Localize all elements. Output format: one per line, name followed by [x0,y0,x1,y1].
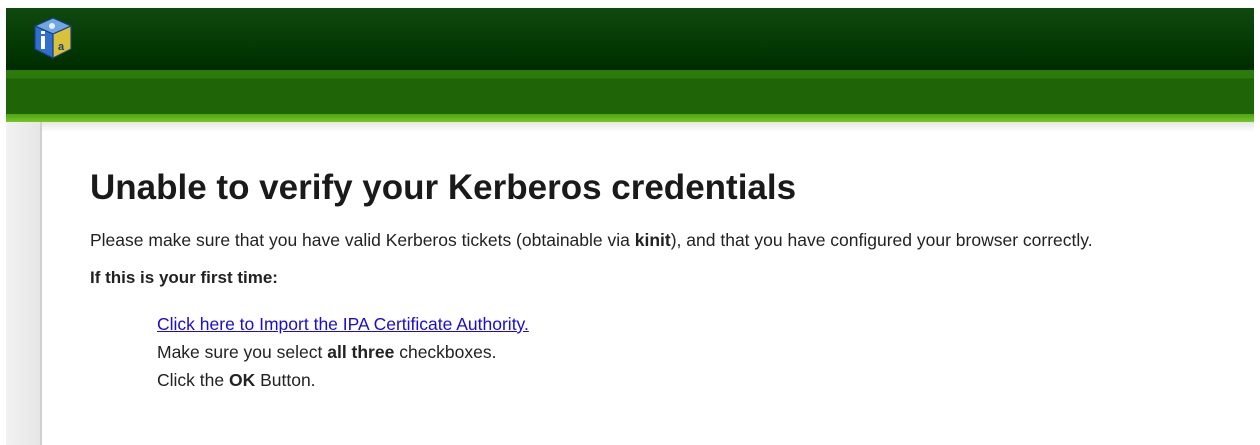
navigation-bar-highlight [6,114,1254,122]
setup-steps: Click here to Import the IPA Certificate… [157,310,1240,394]
top-header-bar: a [6,8,1254,70]
step-select-checkboxes: Make sure you select all three checkboxe… [157,338,1240,366]
step-ok-text-before: Click the [157,370,229,390]
left-sidebar-rail [6,122,42,445]
import-ca-link[interactable]: Click here to Import the IPA Certificate… [157,314,529,334]
first-time-heading: If this is your first time: [90,268,278,287]
message-text-after: ), and that you have configured your bro… [670,230,1093,250]
step-click-ok: Click the OK Button. [157,366,1240,394]
navigation-bar [6,70,1254,114]
main-content: Unable to verify your Kerberos credentia… [90,158,1240,394]
kinit-command: kinit [634,230,671,250]
ipa-cube-logo-icon[interactable]: a [32,16,74,60]
step-select-text-after: checkboxes. [394,342,497,362]
svg-text:a: a [58,41,65,53]
page-title: Unable to verify your Kerberos credentia… [90,168,797,207]
navigation-bar-shadow [6,122,1254,132]
kerberos-message: Please make sure that you have valid Ker… [90,226,1240,254]
browser-page: a Unable to verify your Kerberos credent… [6,8,1254,445]
step-select-text-before: Make sure you select [157,342,328,362]
message-text-before: Please make sure that you have valid Ker… [90,230,635,250]
step-select-bold: all three [327,342,395,362]
step-ok-bold: OK [228,370,256,390]
step-ok-text-after: Button. [255,370,316,390]
step-import-ca: Click here to Import the IPA Certificate… [157,310,1240,338]
